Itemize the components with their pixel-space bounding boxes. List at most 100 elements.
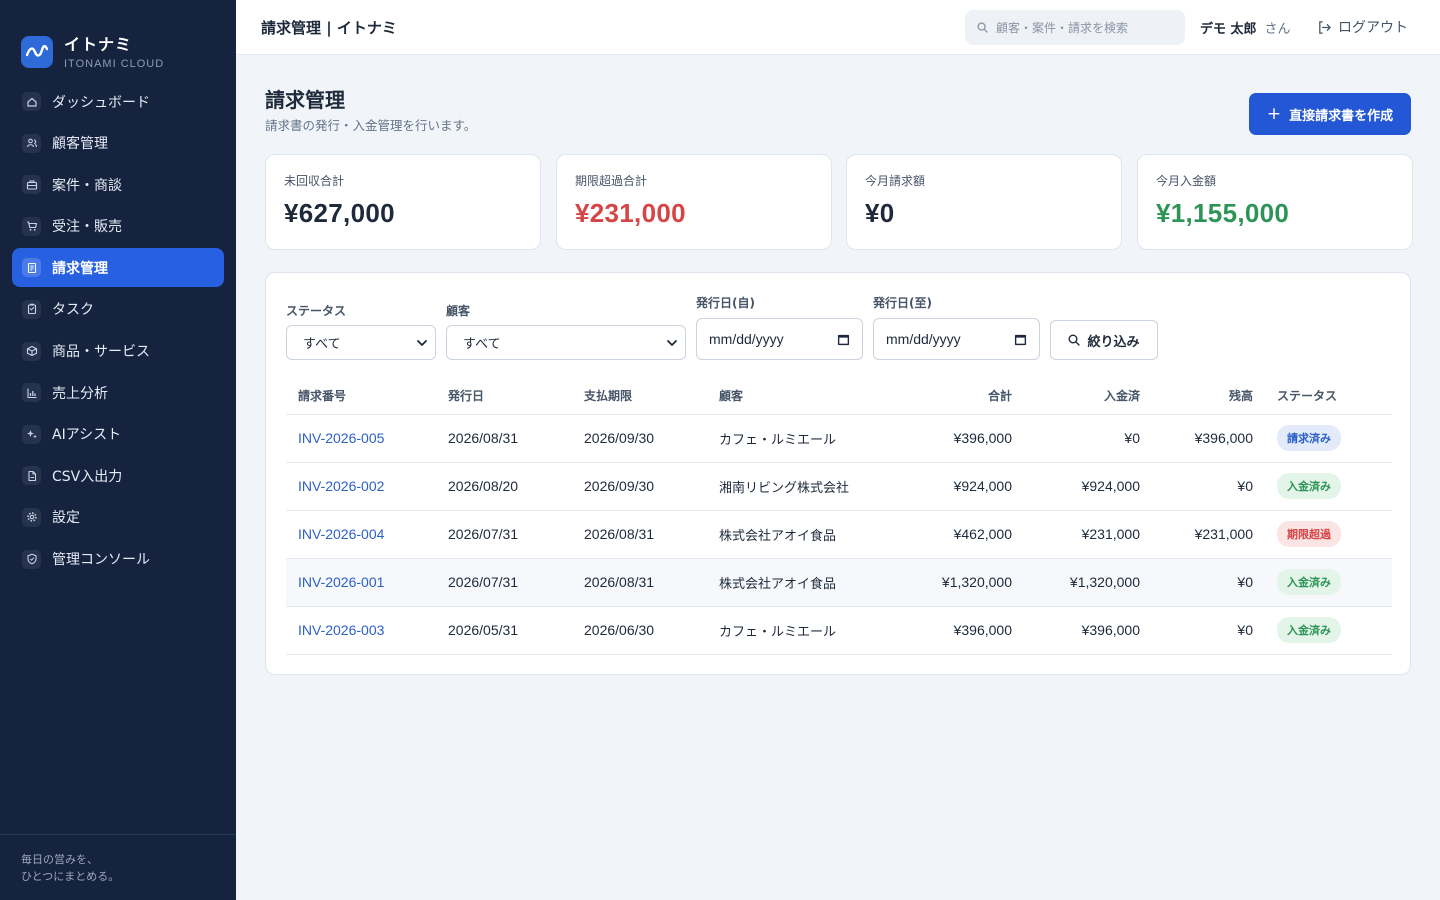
date-to-input[interactable]: mm/dd/yyyy bbox=[873, 318, 1040, 360]
col-issue-date[interactable]: 発行日 bbox=[436, 377, 572, 415]
chevron-down-icon bbox=[667, 340, 677, 346]
invoice-icon bbox=[22, 258, 41, 278]
cell-issue-date: 2026/08/20 bbox=[448, 478, 519, 494]
filter-submit-label: 絞り込み bbox=[1087, 334, 1140, 350]
table-row[interactable]: INV-2026-001 2026/07/31 2026/08/31 株式会社アオイ食… bbox=[286, 558, 1392, 607]
invoice-number-link[interactable]: INV-2026-003 bbox=[298, 622, 384, 638]
customer-filter-value: すべて bbox=[463, 337, 501, 352]
table-header-row: 請求番号 発行日 支払期限 顧客 合計 入金済 残高 ステータス bbox=[286, 377, 1392, 415]
brand[interactable]: イトナミ ITONAMI CLOUD bbox=[0, 0, 236, 82]
summary-card-overdue: 期限超過合計 ¥231,000 bbox=[556, 154, 832, 250]
sidebar-item-2[interactable]: 案件・商談 bbox=[12, 165, 224, 204]
brand-name: イトナミ bbox=[64, 34, 133, 54]
calendar-icon[interactable] bbox=[837, 333, 850, 346]
brand-subtitle: ITONAMI CLOUD bbox=[64, 57, 165, 70]
filter-submit-button[interactable]: 絞り込み bbox=[1050, 320, 1158, 360]
col-paid[interactable]: 入金済 bbox=[1024, 377, 1152, 415]
create-invoice-button[interactable]: + 直接請求書を作成 bbox=[1249, 93, 1411, 135]
status-badge: 入金済み bbox=[1277, 617, 1341, 643]
search-input[interactable] bbox=[996, 20, 1176, 35]
sidebar-item-7[interactable]: 売上分析 bbox=[12, 373, 224, 412]
calendar-icon[interactable] bbox=[1014, 333, 1027, 346]
sidebar-item-10[interactable]: 設定 bbox=[12, 498, 224, 537]
cell-issue-date: 2026/08/31 bbox=[448, 430, 519, 446]
cell-paid: ¥924,000 bbox=[1081, 478, 1140, 494]
cell-paid: ¥1,320,000 bbox=[1069, 574, 1140, 590]
cell-customer: 株式会社アオイ食品 bbox=[719, 576, 837, 592]
sidebar-item-5[interactable]: タスク bbox=[12, 290, 224, 329]
invoice-number-link[interactable]: INV-2026-005 bbox=[298, 430, 384, 446]
sidebar-item-label: ダッシュボード bbox=[52, 94, 150, 111]
status-filter-select[interactable]: すべて bbox=[286, 325, 436, 360]
logout-button[interactable]: ログアウト bbox=[1317, 17, 1408, 37]
sidebar-item-label: 商品・サービス bbox=[52, 344, 150, 361]
invoice-number-link[interactable]: INV-2026-004 bbox=[298, 526, 384, 542]
sidebar-item-1[interactable]: 顧客管理 bbox=[12, 124, 224, 163]
sidebar: イトナミ ITONAMI CLOUD ダッシュボード顧客管理案件・商談受注・販売… bbox=[0, 0, 236, 900]
card-label: 今月入金額 bbox=[1156, 174, 1217, 188]
cell-paid: ¥396,000 bbox=[1081, 622, 1140, 638]
sidebar-item-label: タスク bbox=[52, 302, 94, 319]
table-row[interactable]: INV-2026-005 2026/08/31 2026/09/30 カフェ・ルミエー… bbox=[286, 414, 1392, 463]
cell-total: ¥396,000 bbox=[953, 622, 1012, 638]
col-invoice-number[interactable]: 請求番号 bbox=[286, 377, 436, 415]
cell-due-date: 2026/09/30 bbox=[584, 430, 655, 446]
cell-due-date: 2026/06/30 bbox=[584, 622, 655, 638]
file-icon bbox=[22, 466, 41, 486]
sidebar-item-label: AIアシスト bbox=[52, 427, 122, 444]
cell-balance: ¥0 bbox=[1237, 478, 1253, 494]
logout-label: ログアウト bbox=[1338, 20, 1408, 36]
sidebar-item-6[interactable]: 商品・サービス bbox=[12, 332, 224, 371]
status-badge: 期限超過 bbox=[1277, 521, 1341, 547]
table-row[interactable]: INV-2026-003 2026/05/31 2026/06/30 カフェ・ルミエー… bbox=[286, 606, 1392, 655]
customer-filter-select[interactable]: すべて bbox=[446, 325, 686, 360]
sidebar-item-9[interactable]: CSV入出力 bbox=[12, 456, 224, 495]
cell-total: ¥924,000 bbox=[953, 478, 1012, 494]
create-invoice-label: 直接請求書を作成 bbox=[1289, 108, 1394, 124]
cell-paid: ¥231,000 bbox=[1081, 526, 1140, 542]
chevron-down-icon bbox=[417, 340, 427, 346]
sidebar-tagline: 毎日の営みを、 ひとつにまとめる。 bbox=[0, 834, 236, 900]
card-value: ¥0 bbox=[865, 198, 895, 228]
table-row[interactable]: INV-2026-004 2026/07/31 2026/08/31 株式会社アオイ食… bbox=[286, 510, 1392, 559]
customer-filter-label: 顧客 bbox=[446, 304, 471, 318]
search-icon bbox=[1068, 334, 1081, 346]
sidebar-item-label: CSV入出力 bbox=[52, 468, 123, 485]
sidebar-item-11[interactable]: 管理コンソール bbox=[12, 540, 224, 579]
invoice-panel: ステータス すべて 顧客 すべて 発行日(自) mm/dd/yyyy 発行日(至… bbox=[265, 272, 1411, 675]
sidebar-item-label: 管理コンソール bbox=[52, 552, 150, 569]
invoice-table-body: INV-2026-005 2026/08/31 2026/09/30 カフェ・ルミエー… bbox=[286, 414, 1392, 655]
sidebar-item-0[interactable]: ダッシュボード bbox=[12, 82, 224, 121]
global-search[interactable] bbox=[965, 10, 1185, 45]
user-greeting: デモ 太郎 さん bbox=[1200, 18, 1291, 37]
date-from-input[interactable]: mm/dd/yyyy bbox=[696, 318, 863, 360]
invoice-number-link[interactable]: INV-2026-001 bbox=[298, 574, 384, 590]
col-due-date[interactable]: 支払期限 bbox=[572, 377, 707, 415]
col-status[interactable]: ステータス bbox=[1265, 377, 1392, 415]
table-row[interactable]: INV-2026-002 2026/08/20 2026/09/30 湘南リビング株式… bbox=[286, 462, 1392, 511]
users-icon bbox=[22, 133, 41, 153]
col-balance[interactable]: 残高 bbox=[1152, 377, 1265, 415]
cell-balance: ¥0 bbox=[1237, 574, 1253, 590]
clipboard-icon bbox=[22, 299, 41, 319]
sidebar-item-8[interactable]: AIアシスト bbox=[12, 415, 224, 454]
cell-issue-date: 2026/05/31 bbox=[448, 622, 519, 638]
logout-icon bbox=[1319, 20, 1331, 34]
plus-icon: + bbox=[1266, 104, 1282, 124]
invoice-table: 請求番号 発行日 支払期限 顧客 合計 入金済 残高 ステータス INV-202… bbox=[286, 377, 1392, 655]
status-badge: 入金済み bbox=[1277, 473, 1341, 499]
date-from-label: 発行日(自) bbox=[696, 296, 755, 310]
cell-due-date: 2026/08/31 bbox=[584, 526, 655, 542]
invoice-number-link[interactable]: INV-2026-002 bbox=[298, 478, 384, 494]
sidebar-item-4[interactable]: 請求管理 bbox=[12, 248, 224, 288]
sidebar-item-3[interactable]: 受注・販売 bbox=[12, 207, 224, 246]
cell-issue-date: 2026/07/31 bbox=[448, 526, 519, 542]
date-to-placeholder: mm/dd/yyyy bbox=[886, 331, 961, 347]
col-total[interactable]: 合計 bbox=[897, 377, 1024, 415]
summary-card-month-billed: 今月請求額 ¥0 bbox=[846, 154, 1122, 250]
date-to-label: 発行日(至) bbox=[873, 296, 932, 310]
cell-total: ¥396,000 bbox=[953, 430, 1012, 446]
sparkle-icon bbox=[22, 424, 41, 444]
sidebar-item-label: 案件・商談 bbox=[52, 177, 122, 194]
col-customer[interactable]: 顧客 bbox=[707, 377, 897, 415]
